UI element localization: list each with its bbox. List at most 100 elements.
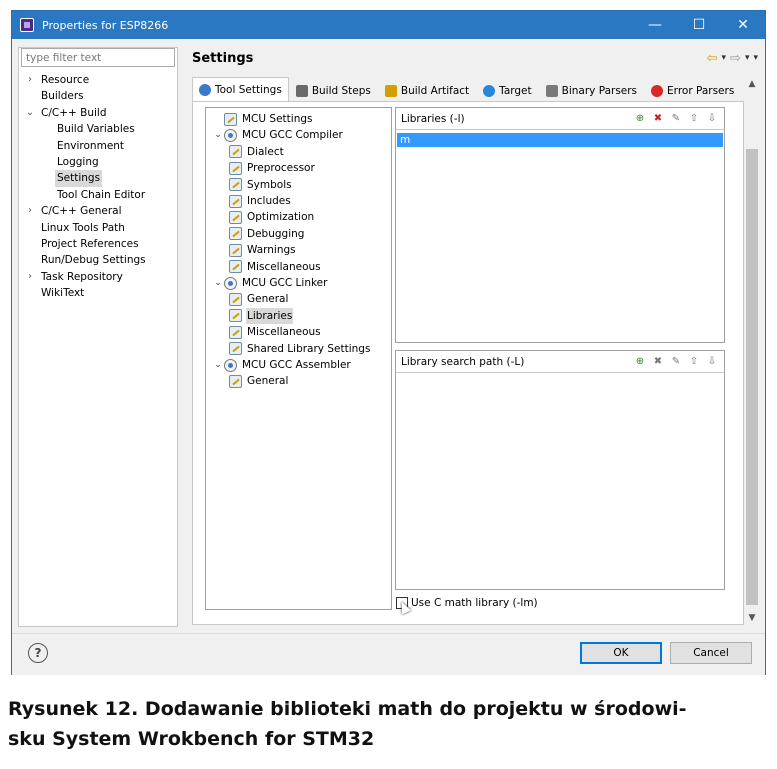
settings-page-icon	[229, 309, 242, 323]
delete-icon[interactable]: ✖	[651, 355, 665, 369]
tab-label: Tool Settings	[215, 83, 282, 96]
move-up-icon[interactable]: ⇧	[687, 355, 701, 369]
tool-tree-item[interactable]: Optimization	[229, 209, 315, 225]
nav-item[interactable]: Settings	[19, 170, 177, 187]
tool-gear-icon	[224, 276, 237, 290]
view-menu-icon[interactable]: ▾	[753, 53, 758, 63]
libraries-toolbar: ⊕ ✖ ✎ ⇧ ⇩	[633, 112, 724, 126]
scroll-up-icon[interactable]: ▲	[744, 79, 760, 89]
tool-tree-label: Miscellaneous	[247, 260, 321, 273]
tab-label: Binary Parsers	[561, 84, 638, 97]
tab-error-parsers[interactable]: Error Parsers	[644, 79, 741, 101]
dialog-footer: ? OK Cancel	[12, 633, 765, 675]
tool-tree-item[interactable]: Debugging	[229, 226, 305, 242]
move-down-icon[interactable]: ⇩	[705, 112, 719, 126]
tool-tree-item[interactable]: Shared Library Settings	[229, 341, 371, 357]
nav-item-label: WikiText	[41, 287, 85, 300]
nav-item[interactable]: Run/Debug Settings	[19, 252, 177, 268]
math-library-option[interactable]: Use C math library (-lm)	[396, 597, 538, 609]
nav-item-label: Project References	[41, 237, 139, 250]
edit-icon[interactable]: ✎	[669, 112, 683, 126]
nav-item[interactable]: › Resource	[19, 72, 177, 88]
ok-button[interactable]: OK	[580, 642, 662, 664]
nav-item[interactable]: Build Variables	[19, 121, 177, 137]
tool-tree-item[interactable]: Miscellaneous	[229, 259, 322, 275]
tool-tree-label: Libraries	[246, 307, 294, 325]
add-icon[interactable]: ⊕	[633, 355, 647, 369]
tool-tree-item[interactable]: Warnings	[229, 242, 297, 258]
nav-item-label: Run/Debug Settings	[41, 254, 146, 267]
cancel-button[interactable]: Cancel	[670, 642, 752, 664]
nav-item-label: Builders	[41, 90, 84, 103]
tab-label: Build Steps	[311, 84, 371, 97]
maximize-button[interactable]: ☐	[677, 11, 721, 39]
tool-tree-item[interactable]: General	[229, 373, 289, 389]
navigation-panel: › Resource Builders ⌄ C/C++ Build Build Varia…	[18, 47, 178, 627]
expand-toggle-icon[interactable]: ›	[25, 269, 35, 285]
nav-item[interactable]: Environment	[19, 138, 177, 154]
back-menu-icon[interactable]: ▾	[722, 53, 727, 63]
close-button[interactable]: ✕	[721, 11, 765, 39]
edit-icon[interactable]: ✎	[669, 355, 683, 369]
move-down-icon[interactable]: ⇩	[705, 355, 719, 369]
tab-label: Target	[499, 84, 532, 97]
tab-build-steps[interactable]: Build Steps	[289, 79, 378, 101]
search-path-header: Library search path (-L) ⊕ ✖ ✎ ⇧ ⇩	[396, 351, 724, 373]
nav-item-label: Resource	[41, 74, 90, 86]
settings-page-icon	[229, 342, 242, 356]
nav-item[interactable]: Tool Chain Editor	[19, 187, 177, 203]
property-tree: › Resource Builders ⌄ C/C++ Build Build Varia…	[19, 72, 177, 301]
tool-tree-item[interactable]: Includes	[229, 193, 292, 209]
tool-tree-item[interactable]: General	[229, 291, 289, 307]
tool-tree-item[interactable]: Preprocessor	[229, 160, 316, 176]
forward-menu-icon[interactable]: ▾	[745, 53, 750, 63]
tab-tool-settings[interactable]: Tool Settings	[192, 77, 289, 101]
filter-input[interactable]	[21, 48, 175, 67]
back-arrow-icon[interactable]: ⇦	[707, 51, 718, 66]
scroll-down-icon[interactable]: ▼	[744, 613, 760, 623]
nav-item[interactable]: ⌄ C/C++ Build	[19, 105, 177, 121]
tab-build-artifact[interactable]: Build Artifact	[378, 79, 476, 101]
nav-item-label: C/C++ Build	[41, 106, 107, 119]
forward-arrow-icon[interactable]: ⇨	[730, 51, 741, 66]
expand-toggle-icon[interactable]: ⌄	[212, 127, 224, 143]
tool-tree-item[interactable]: ⌄ MCU GCC Linker	[212, 275, 328, 291]
nav-item[interactable]: Builders	[19, 88, 177, 104]
nav-item[interactable]: Linux Tools Path	[19, 220, 177, 236]
expand-toggle-icon[interactable]: ›	[25, 203, 35, 219]
tab-target[interactable]: Target	[476, 79, 538, 101]
delete-icon[interactable]: ✖	[651, 112, 665, 126]
scrollbar-thumb[interactable]	[746, 149, 758, 605]
move-up-icon[interactable]: ⇧	[687, 112, 701, 126]
tool-tree-item[interactable]: MCU Settings	[212, 111, 313, 127]
tool-tree-label: Debugging	[247, 227, 305, 240]
wrench-icon	[295, 84, 308, 97]
nav-item[interactable]: WikiText	[19, 285, 177, 301]
caption-line: Rysunek 12. Dodawanie biblioteki math do…	[8, 698, 687, 720]
tool-tree-label: MCU Settings	[242, 113, 313, 125]
tab-binary-parsers[interactable]: Binary Parsers	[539, 79, 644, 101]
globe-icon	[483, 84, 496, 97]
nav-item[interactable]: › C/C++ General	[19, 203, 177, 219]
tool-tree-item[interactable]: Miscellaneous	[229, 324, 322, 340]
expand-toggle-icon[interactable]: ⌄	[25, 105, 35, 121]
tool-tree-item[interactable]: ⌄ MCU GCC Compiler	[212, 127, 344, 143]
help-icon[interactable]: ?	[28, 643, 48, 663]
tool-tree-item[interactable]: Libraries	[229, 307, 294, 325]
expand-toggle-icon[interactable]: ›	[25, 72, 35, 88]
tab-label: Build Artifact	[400, 84, 470, 97]
expand-toggle-icon[interactable]: ⌄	[212, 275, 224, 291]
tool-tree-item[interactable]: Symbols	[229, 177, 293, 193]
minimize-button[interactable]: —	[633, 11, 677, 39]
vertical-scrollbar[interactable]: ▲ ▼	[744, 77, 760, 625]
nav-item[interactable]: Project References	[19, 236, 177, 252]
nav-item[interactable]: Logging	[19, 154, 177, 170]
library-item[interactable]: m	[397, 133, 723, 147]
tool-tree-label: Includes	[247, 195, 291, 207]
tool-tree-item[interactable]: Dialect	[229, 144, 285, 160]
tool-tree-item[interactable]: ⌄ MCU GCC Assembler	[212, 357, 352, 373]
add-icon[interactable]: ⊕	[633, 112, 647, 126]
tool-gear-icon	[224, 358, 237, 372]
expand-toggle-icon[interactable]: ⌄	[212, 357, 224, 373]
nav-item[interactable]: › Task Repository	[19, 269, 177, 285]
